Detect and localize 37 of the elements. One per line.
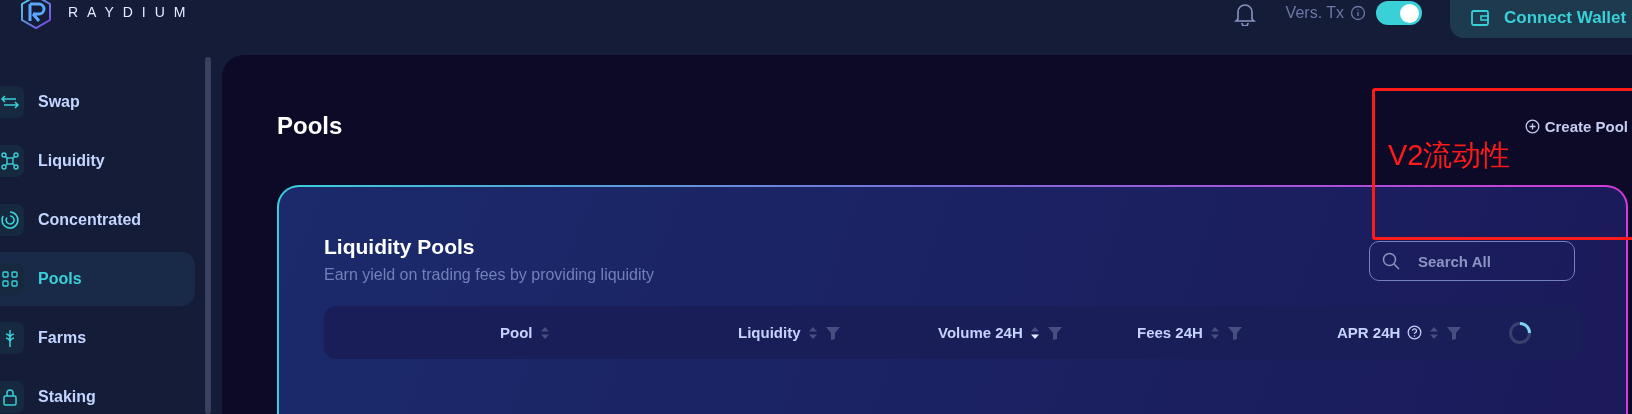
sidebar-item[interactable]: Swap <box>0 75 195 129</box>
filter-icon[interactable] <box>824 324 841 341</box>
grid-icon <box>0 269 20 289</box>
column-header[interactable]: Fees 24H <box>1137 324 1203 341</box>
toggle-label: Vers. Tx <box>1285 4 1344 22</box>
column-header[interactable]: Pool <box>500 324 533 341</box>
column-header[interactable]: APR 24H <box>1337 324 1401 341</box>
loading-spinner-icon <box>1508 320 1532 345</box>
logo-text: RAYDIUM <box>68 4 195 20</box>
filter-icon[interactable] <box>1046 324 1063 341</box>
column-header[interactable]: Liquidity <box>738 324 801 341</box>
toggle-switch[interactable] <box>1376 1 1422 25</box>
card-subtitle: Earn yield on trading fees by providing liquidity <box>324 266 654 284</box>
filter-icon[interactable] <box>1226 324 1243 341</box>
spiral-icon <box>0 210 20 230</box>
logo-icon <box>18 0 54 30</box>
card-title: Liquidity Pools <box>324 235 476 259</box>
plus-circle-icon <box>1524 118 1540 134</box>
connect-wallet-button[interactable]: Connect Wallet <box>1450 0 1632 38</box>
bell-icon[interactable] <box>1233 2 1256 26</box>
annotation-text: V2流动性 <box>1388 138 1511 173</box>
lock-icon <box>0 387 20 407</box>
sidebar-item[interactable]: Staking <box>0 370 195 414</box>
info-icon <box>1350 5 1366 21</box>
create-pool-button[interactable]: Create Pool <box>1524 117 1628 135</box>
nodes-icon <box>0 151 20 171</box>
sidebar-item[interactable]: Concentrated <box>0 193 195 247</box>
help-icon <box>1407 325 1423 340</box>
search-icon <box>1381 251 1401 271</box>
filter-icon[interactable] <box>1446 324 1463 341</box>
sidebar-item[interactable]: Pools <box>0 252 195 306</box>
page-title: Pools <box>277 112 343 140</box>
search-field[interactable]: Search All <box>1369 241 1575 281</box>
sidebar-item[interactable]: Liquidity <box>0 134 195 188</box>
wallet-icon <box>1470 8 1490 28</box>
sidebar-item[interactable]: Farms <box>0 311 195 365</box>
column-header[interactable]: Volume 24H <box>938 324 1023 341</box>
